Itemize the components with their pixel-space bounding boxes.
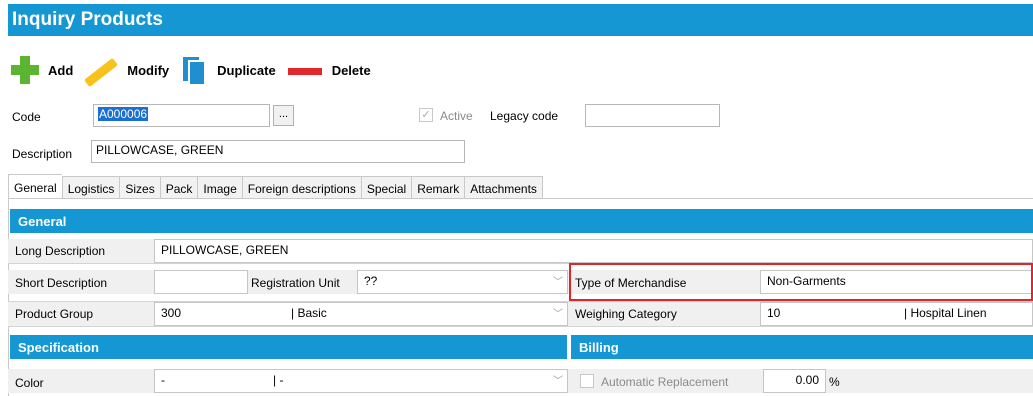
color-select[interactable]: - | - [154, 369, 568, 393]
general-section-header: General [10, 209, 1033, 233]
plus-icon [8, 54, 42, 86]
tab-foreign-descriptions[interactable]: Foreign descriptions [241, 176, 361, 199]
delete-button[interactable]: Delete [284, 54, 371, 86]
add-button-label: Add [48, 62, 74, 78]
billing-section-header: Billing [571, 335, 1033, 359]
highlight-box [569, 263, 1033, 301]
registration-unit-value: ?? [364, 274, 378, 288]
chevron-down-icon: ﹀ [553, 277, 563, 288]
code-value: A000006 [98, 107, 149, 121]
color-code: - [161, 373, 165, 387]
code-lookup-button[interactable]: ... [273, 105, 294, 126]
registration-unit-select[interactable]: ?? [357, 270, 568, 294]
weighing-category-code: 10 [767, 306, 781, 320]
chevron-down-icon: ﹀ [553, 376, 563, 387]
percent-unit: % [829, 375, 840, 389]
tab-remark[interactable]: Remark [411, 176, 465, 199]
tab-pack[interactable]: Pack [159, 176, 198, 199]
product-group-name: | Basic [291, 306, 327, 320]
description-label: Description [12, 147, 73, 161]
delete-button-label: Delete [331, 62, 371, 78]
code-label: Code [12, 110, 41, 124]
duplicate-icon [177, 54, 211, 86]
active-label: Active [440, 109, 473, 123]
short-description-label: Short Description [15, 276, 108, 290]
pencil-icon [81, 54, 121, 88]
tab-attachments[interactable]: Attachments [464, 176, 543, 199]
weighing-category-name: | Hospital Linen [904, 306, 987, 320]
specification-section-header: Specification [10, 335, 567, 359]
legacy-code-input[interactable] [585, 104, 720, 127]
modify-button-label: Modify [127, 62, 170, 78]
automatic-replacement-label: Automatic Replacement [601, 375, 729, 389]
legacy-code-label: Legacy code [490, 109, 559, 123]
window-title: Inquiry Products [8, 4, 1033, 36]
modify-button[interactable]: Modify [81, 54, 170, 88]
short-description-input[interactable] [154, 270, 248, 294]
tab-sizes[interactable]: Sizes [119, 176, 160, 199]
duplicate-button-label: Duplicate [217, 62, 276, 78]
product-group-select[interactable]: 300 | Basic [154, 302, 568, 326]
long-description-label: Long Description [15, 244, 106, 258]
color-label: Color [15, 376, 44, 390]
tab-image[interactable]: Image [197, 176, 242, 199]
tab-bar: General Logistics Sizes Pack Image Forei… [8, 174, 543, 199]
add-button[interactable]: Add [8, 54, 73, 86]
tab-general[interactable]: General [8, 174, 62, 199]
automatic-replacement-checkbox[interactable] [580, 374, 594, 388]
product-group-label: Product Group [15, 307, 94, 321]
weighing-category-input[interactable]: 10 | Hospital Linen [760, 302, 1033, 326]
tab-logistics[interactable]: Logistics [61, 176, 120, 199]
active-checkbox[interactable]: ✓ [419, 108, 433, 122]
duplicate-button[interactable]: Duplicate [177, 54, 276, 86]
code-input[interactable]: A000006 [93, 104, 270, 127]
description-input[interactable]: PILLOWCASE, GREEN [91, 140, 465, 163]
toolbar: Add Modify Duplicate Delete [8, 50, 379, 90]
percent-input[interactable]: 0.00 [763, 369, 826, 393]
long-description-input[interactable]: PILLOWCASE, GREEN [154, 239, 1033, 263]
minus-icon [284, 54, 326, 86]
tab-special[interactable]: Special [360, 176, 412, 199]
registration-unit-label: Registration Unit [251, 276, 340, 290]
color-name: | - [273, 373, 284, 387]
product-group-code: 300 [161, 306, 182, 320]
chevron-down-icon: ﹀ [553, 309, 563, 320]
weighing-category-label: Weighing Category [575, 307, 677, 321]
